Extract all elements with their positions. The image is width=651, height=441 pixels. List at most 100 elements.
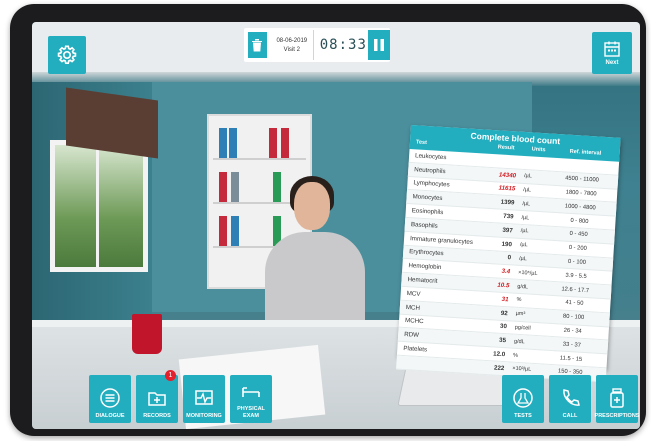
pause-icon bbox=[373, 39, 384, 51]
cbc-ref-interval bbox=[553, 164, 613, 168]
gear-icon bbox=[57, 45, 77, 64]
cbc-result: 12.0 bbox=[492, 350, 506, 359]
window-pane bbox=[99, 145, 143, 267]
cbc-ref-interval: 0 - 450 bbox=[569, 231, 588, 239]
cbc-result: 35 bbox=[498, 337, 507, 345]
next-label: Next bbox=[605, 59, 619, 66]
dialogue-button[interactable]: DIALOGUE bbox=[89, 375, 131, 423]
binder bbox=[231, 216, 239, 246]
binder bbox=[219, 216, 227, 246]
cbc-result: 739 bbox=[503, 212, 514, 221]
binder bbox=[281, 128, 289, 158]
records-badge: 1 bbox=[165, 370, 176, 381]
cbc-result: 190 bbox=[501, 240, 513, 249]
simulation-screen: 08-06-2019 Visit 2 08:33 Next Complete b… bbox=[32, 22, 640, 429]
cbc-ref-interval: 1800 - 7800 bbox=[565, 189, 597, 198]
cbc-unit: /µL bbox=[519, 242, 528, 249]
tests-button[interactable]: TESTS bbox=[502, 375, 544, 423]
cbc-unit: pg/cell bbox=[514, 324, 531, 332]
cbc-test-name: Neutrophils bbox=[414, 165, 446, 175]
cbc-result: 14340 bbox=[498, 171, 517, 180]
prescriptions-label: PRESCRIPTIONS bbox=[594, 412, 640, 419]
cbc-test-name: Hematocrit bbox=[407, 276, 438, 285]
cbc-unit: g/dL bbox=[517, 283, 529, 291]
cbc-test-name: MCHC bbox=[404, 317, 424, 326]
cbc-unit: /µL bbox=[520, 228, 529, 235]
calendar-icon bbox=[604, 41, 620, 57]
cbc-result: 397 bbox=[502, 226, 513, 235]
next-button[interactable]: Next bbox=[592, 32, 632, 74]
col-ref: Ref. interval bbox=[569, 148, 602, 157]
cbc-title: Complete blood count bbox=[470, 130, 561, 147]
col-test: Test bbox=[415, 139, 428, 146]
records-label: RECORDS bbox=[143, 412, 171, 419]
binder bbox=[269, 128, 277, 158]
cbc-ref-interval: 0 - 100 bbox=[567, 258, 587, 266]
cbc-ref-interval: 26 - 34 bbox=[563, 327, 582, 335]
cbc-unit: /µL bbox=[523, 186, 532, 194]
cbc-unit: /µL bbox=[522, 200, 531, 208]
trash-icon bbox=[252, 39, 263, 52]
prescriptions-button[interactable]: PRESCRIPTIONS bbox=[594, 375, 640, 423]
col-units: Units bbox=[531, 146, 546, 154]
cbc-ref-interval: 12.6 - 17.7 bbox=[561, 286, 590, 294]
monitoring-button[interactable]: MONITORING bbox=[183, 375, 225, 423]
cbc-ref-interval: 80 - 100 bbox=[562, 313, 585, 322]
folder-plus-icon bbox=[148, 391, 166, 406]
cbc-test-name: Erythrocytes bbox=[409, 248, 444, 258]
physical-exam-button[interactable]: PHYSICAL EXAM bbox=[230, 375, 272, 423]
settings-button[interactable] bbox=[48, 36, 86, 74]
cbc-result: 3.4 bbox=[501, 268, 511, 276]
cbc-result: 11615 bbox=[498, 184, 516, 193]
tablet-frame: 08-06-2019 Visit 2 08:33 Next Complete b… bbox=[10, 4, 646, 436]
list-icon bbox=[100, 387, 120, 408]
physical-exam-label: PHYSICAL EXAM bbox=[237, 406, 265, 419]
session-bar: 08-06-2019 Visit 2 08:33 bbox=[244, 28, 390, 62]
pill-bottle-icon bbox=[610, 387, 624, 408]
window-pane bbox=[55, 145, 99, 267]
cbc-test-name: Lymphocytes bbox=[413, 179, 450, 189]
pause-button[interactable] bbox=[367, 30, 390, 60]
cbc-unit: /µL bbox=[523, 173, 533, 180]
session-timer: 08:33 bbox=[319, 37, 367, 53]
exam-bed-icon bbox=[242, 387, 260, 397]
cbc-results-card: Complete blood count Test Result Units R… bbox=[396, 125, 621, 383]
flask-icon bbox=[513, 387, 533, 408]
cbc-unit: % bbox=[516, 297, 522, 304]
cbc-result: 222 bbox=[493, 364, 505, 372]
cbc-ref-interval: 3.9 - 5.5 bbox=[565, 272, 587, 280]
cbc-ref-interval: 11.5 - 15 bbox=[559, 355, 583, 363]
cbc-result: 1399 bbox=[500, 198, 515, 207]
cbc-test-name: Leukocytes bbox=[414, 152, 447, 162]
cbc-test-name: Eosinophils bbox=[411, 207, 444, 217]
call-button[interactable]: CALL bbox=[549, 375, 591, 423]
cbc-result bbox=[487, 160, 517, 162]
patient-head bbox=[294, 182, 330, 230]
cbc-unit: g/dL bbox=[513, 338, 525, 346]
cbc-ref-interval: 33 - 37 bbox=[562, 341, 582, 349]
cbc-unit: ×10³/µL bbox=[512, 365, 532, 374]
visit-number: Visit 2 bbox=[283, 46, 300, 53]
binder bbox=[219, 128, 227, 158]
visit-date: 08-06-2019 bbox=[276, 37, 308, 44]
cbc-test-name bbox=[397, 362, 475, 367]
heart-monitor-icon bbox=[195, 389, 213, 405]
binder bbox=[219, 172, 227, 202]
col-result: Result bbox=[497, 144, 515, 152]
cbc-unit bbox=[517, 162, 553, 164]
cbc-test-name: Hemoglobin bbox=[408, 262, 442, 272]
records-button[interactable]: 1 RECORDS bbox=[136, 370, 178, 423]
cbc-result: 31 bbox=[501, 295, 509, 304]
cbc-unit: µm³ bbox=[515, 310, 526, 318]
window bbox=[50, 140, 148, 272]
cbc-ref-interval: 0 - 200 bbox=[568, 245, 587, 253]
cbc-result: 30 bbox=[499, 323, 508, 331]
dialogue-label: DIALOGUE bbox=[95, 412, 125, 419]
cbc-result: 0 bbox=[507, 254, 512, 262]
tests-label: TESTS bbox=[514, 412, 532, 419]
cabinet-shelf bbox=[213, 158, 306, 160]
cbc-test-name: Platelets bbox=[403, 345, 428, 354]
cbc-ref-interval: 1000 - 4800 bbox=[564, 203, 596, 212]
delete-button[interactable] bbox=[248, 32, 267, 58]
cbc-result: 10.5 bbox=[497, 281, 510, 290]
